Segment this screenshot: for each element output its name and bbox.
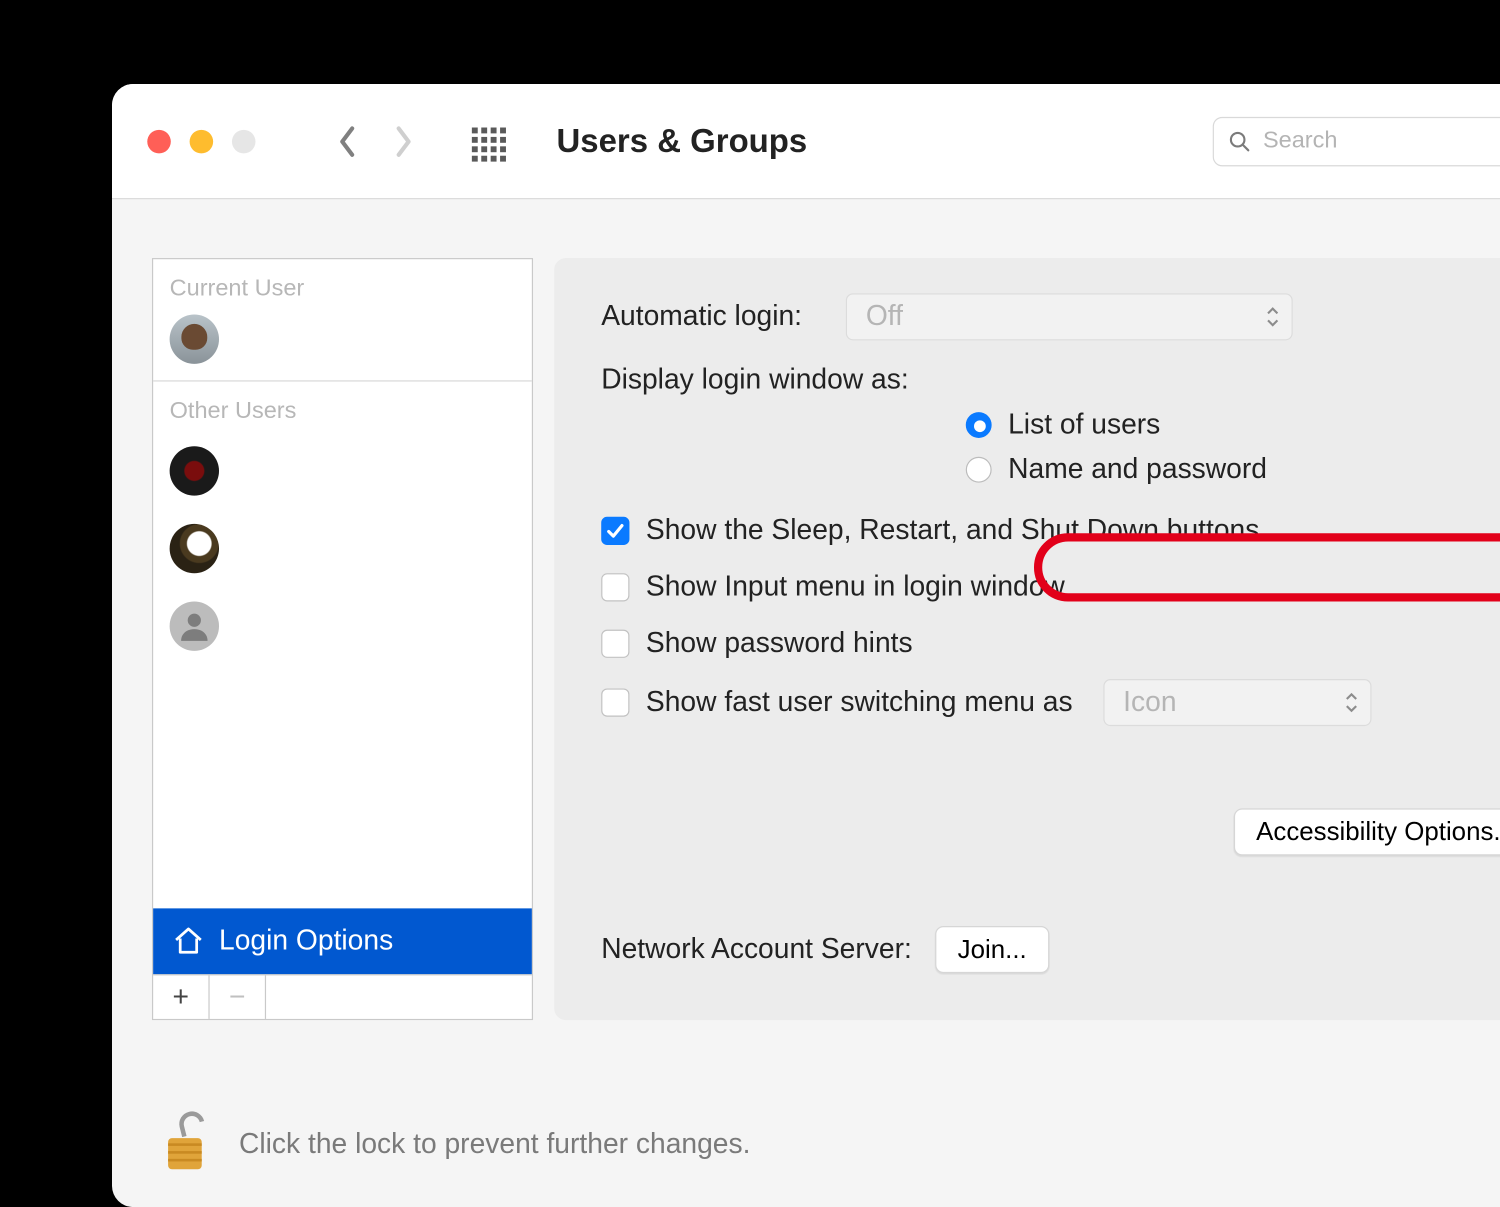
display-login-label: Display login window as:	[601, 364, 908, 397]
avatar	[170, 524, 219, 573]
unlocked-lock-icon	[159, 1107, 211, 1177]
checkbox[interactable]	[601, 573, 629, 601]
toolbar: Users & Groups	[112, 84, 1500, 199]
checkbox-sleep-restart[interactable]: Show the Sleep, Restart, and Shut Down b…	[601, 514, 1500, 547]
checkbox[interactable]	[601, 630, 629, 658]
radio-button[interactable]	[966, 457, 992, 483]
fus-menu-select[interactable]: Icon	[1103, 679, 1371, 726]
automatic-login-label: Automatic login:	[601, 300, 824, 333]
search-field[interactable]	[1213, 116, 1500, 165]
avatar	[170, 314, 219, 363]
person-icon	[177, 608, 212, 643]
radio-label: Name and password	[1008, 453, 1267, 486]
preferences-window: Users & Groups Current User Other Users	[112, 84, 1500, 1207]
checkbox[interactable]	[601, 517, 629, 545]
fus-value: Icon	[1123, 686, 1176, 719]
close-window-button[interactable]	[147, 129, 171, 153]
network-account-row: Network Account Server: Join...	[601, 926, 1500, 973]
window-title: Users & Groups	[557, 122, 808, 160]
chevron-left-icon	[337, 125, 358, 158]
show-all-button[interactable]	[472, 127, 500, 155]
grid-icon	[472, 127, 500, 161]
checkbox-input-menu[interactable]: Show Input menu in login window	[601, 571, 1500, 604]
avatar	[170, 601, 219, 650]
zoom-window-button[interactable]	[232, 129, 256, 153]
stepper-icon	[1266, 306, 1280, 327]
checkbox-label: Show the Sleep, Restart, and Shut Down b…	[646, 514, 1259, 547]
other-users-list	[153, 432, 532, 908]
radio-name-password[interactable]: Name and password	[966, 453, 1500, 486]
avatar	[170, 446, 219, 495]
sidebar-footer: + −	[153, 974, 532, 1019]
network-account-label: Network Account Server:	[601, 933, 912, 966]
automatic-login-value: Off	[866, 300, 903, 333]
remove-user-button[interactable]: −	[210, 975, 266, 1019]
nav-buttons	[335, 129, 415, 153]
add-user-button[interactable]: +	[153, 975, 209, 1019]
display-login-row: Display login window as:	[601, 364, 1500, 397]
checkbox-label: Show Input menu in login window	[646, 571, 1065, 604]
checkbox[interactable]	[601, 688, 629, 716]
radio-list-of-users[interactable]: List of users	[966, 409, 1500, 442]
accessibility-row: Accessibility Options...	[601, 808, 1500, 855]
check-icon	[605, 520, 626, 541]
home-icon	[172, 925, 205, 958]
current-user-row[interactable]	[153, 310, 532, 369]
window-controls	[147, 129, 255, 153]
automatic-login-row: Automatic login: Off	[601, 293, 1500, 340]
display-login-radio-group: List of users Name and password	[966, 409, 1500, 487]
user-row[interactable]	[153, 442, 532, 501]
radio-label: List of users	[1008, 409, 1160, 442]
radio-button[interactable]	[966, 412, 992, 438]
forward-button[interactable]	[392, 129, 416, 153]
user-row[interactable]	[153, 519, 532, 578]
users-sidebar: Current User Other Users Login Options	[152, 258, 533, 1020]
join-button[interactable]: Join...	[935, 926, 1049, 973]
checkbox-password-hints[interactable]: Show password hints	[601, 627, 1500, 660]
login-options-row[interactable]: Login Options	[153, 908, 532, 974]
search-input[interactable]	[1263, 128, 1500, 155]
checkbox-label: Show fast user switching menu as	[646, 686, 1073, 719]
automatic-login-select[interactable]: Off	[846, 293, 1293, 340]
accessibility-options-button[interactable]: Accessibility Options...	[1234, 808, 1500, 855]
stepper-icon	[1344, 692, 1358, 713]
current-user-label: Current User	[153, 259, 532, 310]
other-users-label: Other Users	[153, 382, 532, 433]
back-button[interactable]	[335, 129, 359, 153]
login-options-panel: Automatic login: Off Display login windo…	[554, 258, 1500, 1020]
login-options-label: Login Options	[219, 925, 393, 958]
checkbox-fast-user-switching[interactable]: Show fast user switching menu as Icon	[601, 679, 1500, 726]
minimize-window-button[interactable]	[190, 129, 214, 153]
lock-hint-text: Click the lock to prevent further change…	[239, 1128, 750, 1161]
search-icon	[1228, 128, 1251, 154]
content-body: Current User Other Users Login Options	[112, 199, 1500, 1020]
user-row[interactable]	[153, 597, 532, 656]
chevron-right-icon	[393, 125, 414, 158]
checkbox-label: Show password hints	[646, 627, 913, 660]
